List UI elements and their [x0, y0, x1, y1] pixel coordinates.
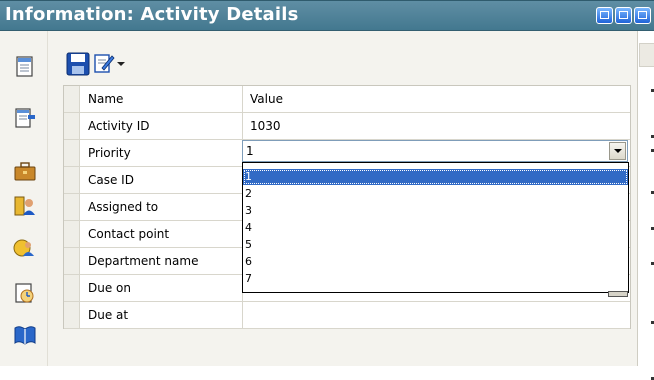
right-panel — [637, 31, 654, 380]
row-header[interactable] — [64, 302, 80, 328]
table-row[interactable]: Due at — [64, 302, 630, 329]
priority-select-value: 1 — [246, 144, 254, 158]
title-bar: Information: Activity Details — [0, 0, 654, 31]
field-name-assigned-to: Assigned to — [81, 194, 243, 220]
calendar-icon[interactable] — [13, 281, 37, 305]
window-title: Information: Activity Details — [5, 4, 299, 25]
briefcase-icon[interactable] — [13, 159, 37, 183]
row-header[interactable] — [64, 167, 80, 193]
table-row[interactable]: Activity ID 1030 — [64, 113, 630, 140]
row-header[interactable] — [64, 248, 80, 274]
contacts-icon[interactable] — [13, 194, 37, 218]
dropdown-option[interactable]: 5 — [243, 237, 628, 253]
field-name-due-at: Due at — [81, 302, 243, 328]
next-pane-icon[interactable] — [615, 7, 632, 24]
column-header-value: Value — [250, 92, 283, 106]
people-icon[interactable] — [13, 236, 37, 260]
column-header-name: Name — [81, 86, 243, 112]
field-name-contact-point: Contact point — [81, 221, 243, 247]
restore-icon[interactable] — [596, 7, 613, 24]
edit-icon[interactable] — [93, 52, 115, 74]
grid-header-row: Name Value — [64, 86, 630, 113]
row-header — [64, 86, 80, 112]
dropdown-option[interactable]: 1 — [243, 169, 628, 185]
priority-select[interactable]: 1 — [242, 140, 628, 162]
row-header[interactable] — [64, 113, 80, 139]
notes-icon[interactable] — [13, 54, 37, 78]
field-name-case-id: Case ID — [81, 167, 243, 193]
chevron-down-icon[interactable] — [609, 142, 626, 160]
field-name-department-name: Department name — [81, 248, 243, 274]
dropdown-option[interactable]: 4 — [243, 220, 628, 236]
row-header[interactable] — [64, 221, 80, 247]
dropdown-option[interactable]: 2 — [243, 186, 628, 202]
dropdown-option[interactable]: 7 — [243, 271, 628, 287]
hidden-combo-edge — [608, 291, 628, 297]
field-name-activity-id: Activity ID — [81, 113, 243, 139]
field-value-activity-id[interactable]: 1030 — [244, 113, 630, 139]
row-header[interactable] — [64, 275, 80, 301]
dropdown-option[interactable]: 6 — [243, 254, 628, 270]
row-header[interactable] — [64, 140, 80, 166]
row-header[interactable] — [64, 194, 80, 220]
activity-details-icon[interactable] — [13, 106, 37, 130]
field-name-due-on: Due on — [81, 275, 243, 301]
field-name-priority: Priority — [81, 140, 243, 166]
field-value-due-at[interactable] — [244, 302, 630, 328]
dropdown-arrow-icon[interactable] — [117, 62, 125, 66]
dropdown-option[interactable]: 3 — [243, 203, 628, 219]
priority-dropdown-list[interactable]: 1 2 3 4 5 6 7 — [242, 162, 629, 293]
save-icon[interactable] — [66, 52, 90, 76]
scrollbar[interactable] — [639, 43, 654, 67]
book-icon[interactable] — [13, 323, 37, 347]
window-icon[interactable] — [634, 7, 651, 24]
